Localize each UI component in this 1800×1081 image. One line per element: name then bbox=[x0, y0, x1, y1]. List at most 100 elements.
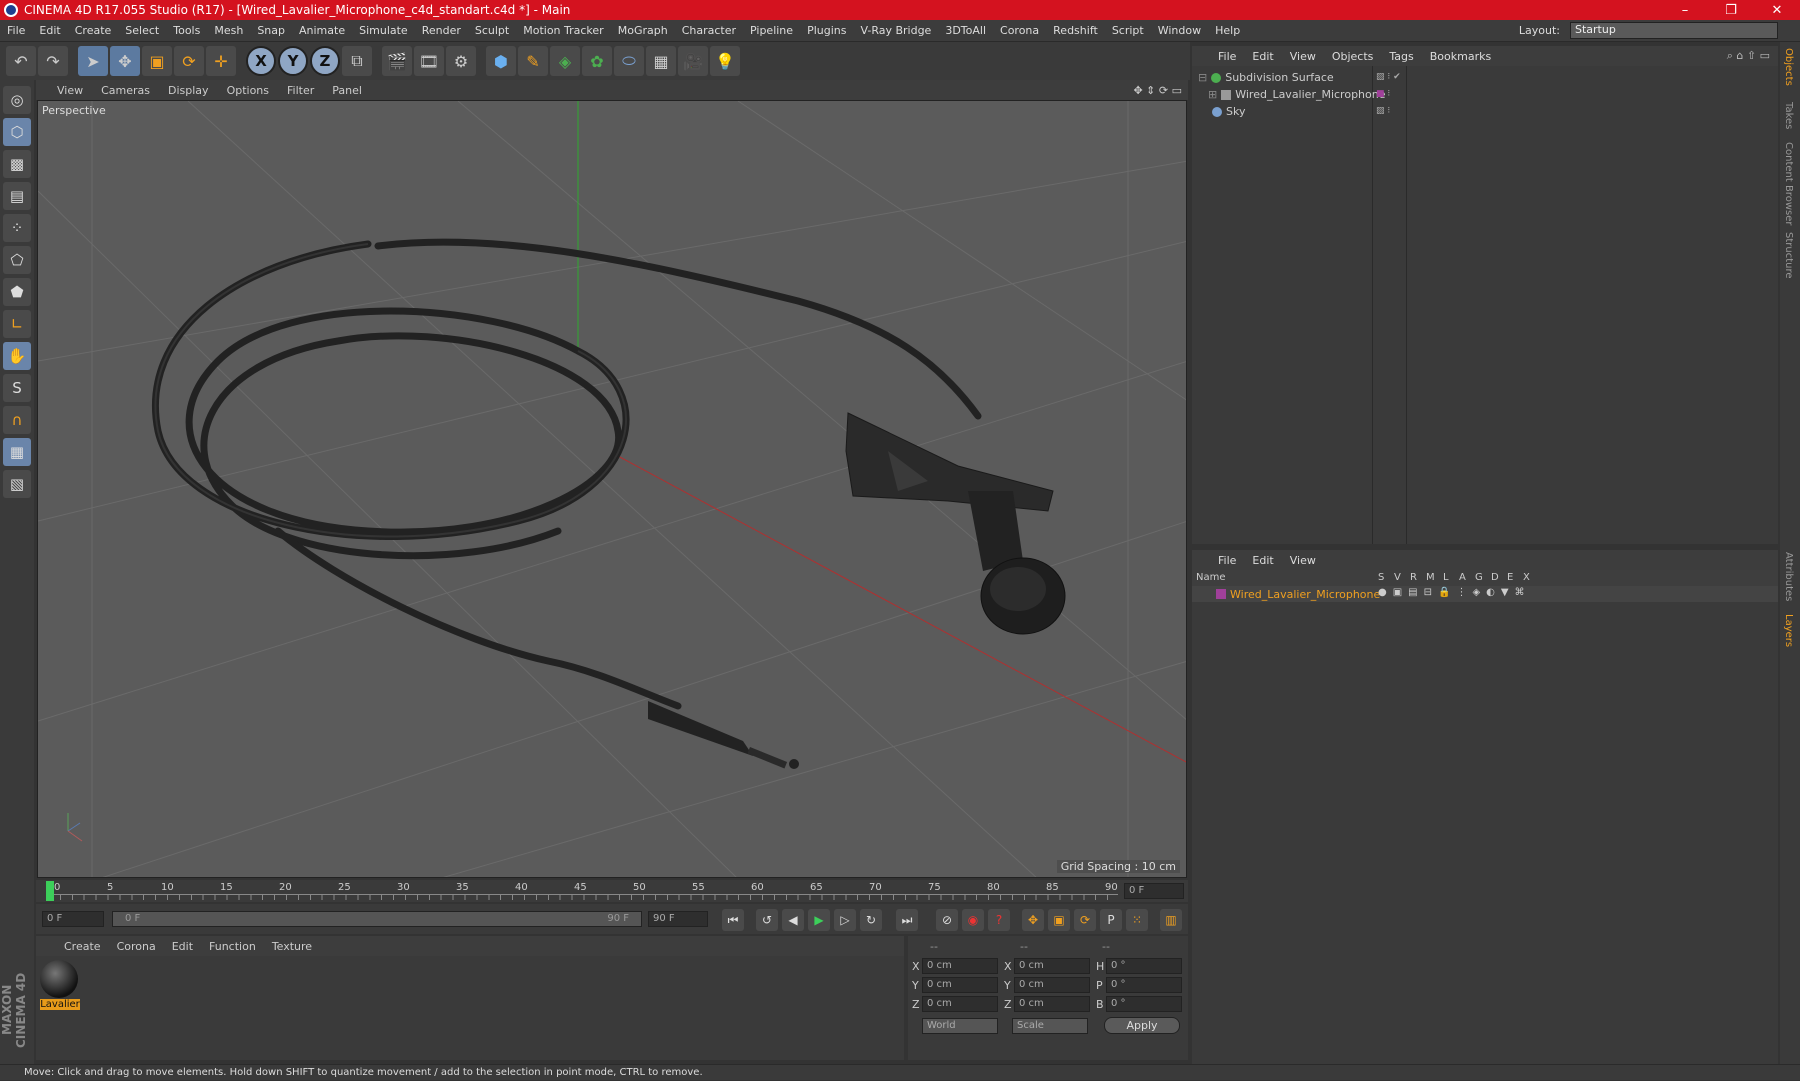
render-settings-icon[interactable]: ⚙ bbox=[446, 46, 476, 76]
play-icon[interactable]: ▶ bbox=[808, 909, 830, 931]
menu-file[interactable]: File bbox=[0, 24, 32, 37]
layers-menu-edit[interactable]: Edit bbox=[1244, 554, 1281, 567]
edges-mode-icon[interactable]: ⬠ bbox=[3, 246, 31, 274]
next-frame-icon[interactable]: ▷ bbox=[834, 909, 856, 931]
visibility-toggles[interactable]: ■ ⁝ bbox=[1376, 89, 1390, 99]
size-mode-dropdown[interactable]: Scale bbox=[1012, 1018, 1088, 1034]
layer-color-swatch[interactable] bbox=[1216, 589, 1226, 599]
axis-mode-icon[interactable]: ∟ bbox=[3, 310, 31, 338]
visibility-toggles[interactable]: ▨ ⁝ ✔ bbox=[1376, 72, 1401, 82]
render-view-icon[interactable]: 🎬 bbox=[382, 46, 412, 76]
key-rotation-icon[interactable]: ⟳ bbox=[1074, 909, 1096, 931]
keyframe-record-disabled-icon[interactable]: ⊘ bbox=[936, 909, 958, 931]
points-mode-icon[interactable]: ⁘ bbox=[3, 214, 31, 242]
close-button[interactable]: ✕ bbox=[1754, 3, 1800, 18]
tweak-mode-icon[interactable]: ✋ bbox=[3, 342, 31, 370]
menu-select[interactable]: Select bbox=[118, 24, 166, 37]
key-position-icon[interactable]: ✥ bbox=[1022, 909, 1044, 931]
viewport-menu-cameras[interactable]: Cameras bbox=[92, 84, 159, 97]
rotation-p-field[interactable]: 0 ° bbox=[1106, 977, 1182, 993]
key-pla-icon[interactable]: ⁙ bbox=[1126, 909, 1148, 931]
coordinate-system-icon[interactable]: ⧉ bbox=[342, 46, 372, 76]
deformer-icon[interactable]: ⬭ bbox=[614, 46, 644, 76]
menu-redshift[interactable]: Redshift bbox=[1046, 24, 1105, 37]
viewport-menu-display[interactable]: Display bbox=[159, 84, 218, 97]
objects-menu-bookmarks[interactable]: Bookmarks bbox=[1422, 50, 1499, 63]
material-swatch[interactable]: Lavalier bbox=[40, 960, 80, 1016]
menu-mograph[interactable]: MoGraph bbox=[611, 24, 675, 37]
mograph-cloner-icon[interactable]: ✿ bbox=[582, 46, 612, 76]
autokey-icon[interactable]: ? bbox=[988, 909, 1010, 931]
redo-icon[interactable]: ↷ bbox=[38, 46, 68, 76]
tab-content-browser[interactable]: Content Browser bbox=[1783, 142, 1794, 225]
menu-snap[interactable]: Snap bbox=[250, 24, 292, 37]
scale-tool-icon[interactable]: ▣ bbox=[142, 46, 172, 76]
position-z-field[interactable]: 0 cm bbox=[922, 996, 998, 1012]
position-y-field[interactable]: 0 cm bbox=[922, 977, 998, 993]
texture-mode-icon[interactable]: ▩ bbox=[3, 150, 31, 178]
menu-character[interactable]: Character bbox=[675, 24, 743, 37]
menu-tools[interactable]: Tools bbox=[166, 24, 207, 37]
timeline-window-icon[interactable]: ▥ bbox=[1160, 909, 1182, 931]
material-menu-edit[interactable]: Edit bbox=[164, 940, 201, 953]
undo-icon[interactable]: ↶ bbox=[6, 46, 36, 76]
position-x-field[interactable]: 0 cm bbox=[922, 958, 998, 974]
end-frame-field[interactable]: 90 F bbox=[648, 911, 708, 927]
model-mode-icon[interactable]: ⬡ bbox=[3, 118, 31, 146]
viewport-camera-label[interactable]: Perspective bbox=[42, 104, 106, 117]
object-row[interactable]: Sky bbox=[1198, 103, 1245, 120]
menu-pipeline[interactable]: Pipeline bbox=[743, 24, 800, 37]
object-row[interactable]: ⊞ Wired_Lavalier_Microphone bbox=[1208, 86, 1386, 103]
material-menu-create[interactable]: Create bbox=[56, 940, 109, 953]
objects-menu-file[interactable]: File bbox=[1210, 50, 1244, 63]
layers-menu-view[interactable]: View bbox=[1282, 554, 1324, 567]
coordinate-space-dropdown[interactable]: World bbox=[922, 1018, 998, 1034]
workplane-mode-icon[interactable]: ▤ bbox=[3, 182, 31, 210]
timeline-ruler[interactable]: 0 5 10 15 20 25 30 35 40 45 50 55 60 65 … bbox=[36, 880, 1188, 902]
objects-menu-tags[interactable]: Tags bbox=[1381, 50, 1421, 63]
viewport-menu-filter[interactable]: Filter bbox=[278, 84, 323, 97]
goto-end-icon[interactable]: ⏭ bbox=[896, 909, 918, 931]
menu-render[interactable]: Render bbox=[415, 24, 468, 37]
rotation-h-field[interactable]: 0 ° bbox=[1106, 958, 1182, 974]
menu-simulate[interactable]: Simulate bbox=[352, 24, 415, 37]
tab-layers[interactable]: Layers bbox=[1783, 614, 1794, 647]
floor-scene-icon[interactable]: ▦ bbox=[646, 46, 676, 76]
start-frame-field[interactable]: 0 F bbox=[42, 911, 104, 927]
viewport-nav-icons[interactable]: ✥ ⇕ ⟳ ▭ bbox=[1133, 84, 1182, 97]
transform-tool-icon[interactable]: ✛ bbox=[206, 46, 236, 76]
select-arrow-icon[interactable]: ➤ bbox=[78, 46, 108, 76]
move-tool-icon[interactable]: ✥ bbox=[110, 46, 140, 76]
menu-corona[interactable]: Corona bbox=[993, 24, 1046, 37]
viewport-menu-panel[interactable]: Panel bbox=[323, 84, 371, 97]
prev-frame-icon[interactable]: ◀ bbox=[782, 909, 804, 931]
frame-range-slider[interactable]: 0 F 90 F bbox=[112, 911, 642, 927]
record-icon[interactable]: ◉ bbox=[962, 909, 984, 931]
z-axis-lock-icon[interactable]: Z bbox=[310, 46, 340, 76]
polygons-mode-icon[interactable]: ⬟ bbox=[3, 278, 31, 306]
next-key-icon[interactable]: ↻ bbox=[860, 909, 882, 931]
x-axis-lock-icon[interactable]: X bbox=[246, 46, 276, 76]
rotate-tool-icon[interactable]: ⟳ bbox=[174, 46, 204, 76]
subdivision-nurbs-icon[interactable]: ◈ bbox=[550, 46, 580, 76]
menu-create[interactable]: Create bbox=[68, 24, 119, 37]
size-x-field[interactable]: 0 cm bbox=[1014, 958, 1090, 974]
solo-mode-icon[interactable]: S bbox=[3, 374, 31, 402]
menu-3dtoall[interactable]: 3DToAll bbox=[938, 24, 993, 37]
key-scale-icon[interactable]: ▣ bbox=[1048, 909, 1070, 931]
menu-script[interactable]: Script bbox=[1105, 24, 1151, 37]
make-editable-icon[interactable]: ◎ bbox=[3, 86, 31, 114]
menu-window[interactable]: Window bbox=[1151, 24, 1208, 37]
object-row[interactable]: ⊟ Subdivision Surface bbox=[1198, 69, 1334, 86]
menu-motion-tracker[interactable]: Motion Tracker bbox=[516, 24, 610, 37]
pen-spline-icon[interactable]: ✎ bbox=[518, 46, 548, 76]
cube-object-icon[interactable]: ⬢ bbox=[486, 46, 516, 76]
size-y-field[interactable]: 0 cm bbox=[1014, 977, 1090, 993]
prev-key-icon[interactable]: ↺ bbox=[756, 909, 778, 931]
3d-viewport[interactable]: Perspective Grid Spacing : 10 cm bbox=[37, 100, 1187, 878]
rotation-b-field[interactable]: 0 ° bbox=[1106, 996, 1182, 1012]
viewport-menu-options[interactable]: Options bbox=[218, 84, 278, 97]
menu-edit[interactable]: Edit bbox=[32, 24, 67, 37]
layers-menu-file[interactable]: File bbox=[1210, 554, 1244, 567]
playhead-marker[interactable] bbox=[46, 881, 54, 901]
